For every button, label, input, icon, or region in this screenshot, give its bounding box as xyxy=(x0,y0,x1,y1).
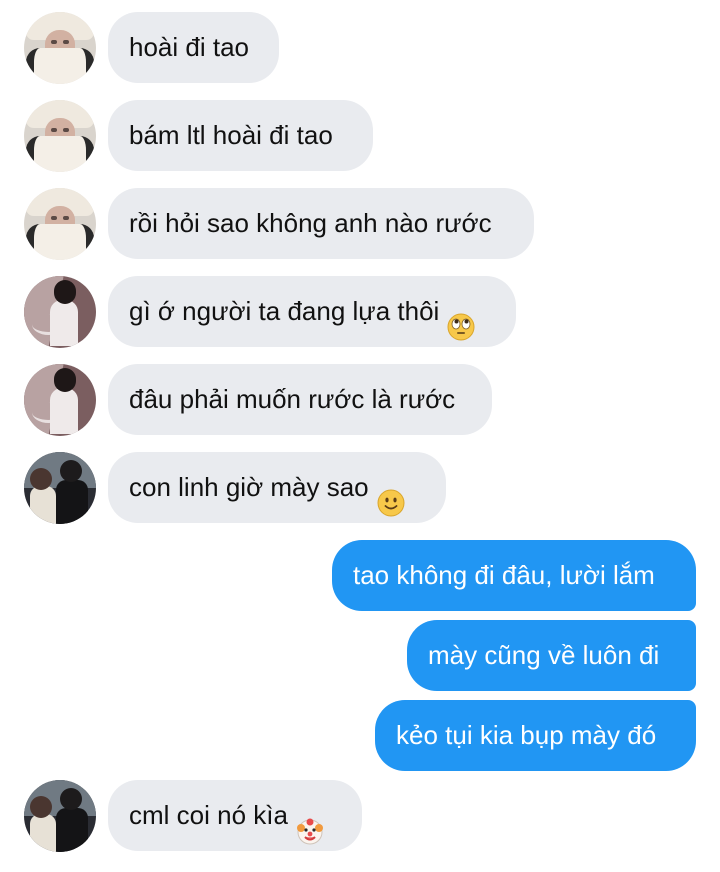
smile-emoji xyxy=(377,473,405,517)
message-text: gì ớ người ta đang lựa thôi xyxy=(129,296,440,326)
message-text: rồi hỏi sao không anh nào rước xyxy=(129,208,492,238)
avatar-girl-mirror[interactable] xyxy=(24,364,96,436)
incoming-message-row: bám ltl hoài đi tao xyxy=(0,100,720,172)
incoming-message-row: đâu phải muốn rước là rước xyxy=(0,364,720,436)
message-bubble[interactable]: đâu phải muốn rước là rước xyxy=(108,364,492,435)
avatar-hooded-girl[interactable] xyxy=(24,100,96,172)
message-text: mày cũng về luôn đi xyxy=(428,640,660,670)
message-text: cml coi nó kìa xyxy=(129,800,288,830)
outgoing-message-row: mày cũng về luôn đi xyxy=(0,620,720,691)
message-bubble[interactable]: tao không đi đâu, lười lắm xyxy=(332,540,696,611)
avatar-hooded-girl[interactable] xyxy=(24,188,96,260)
message-text: con linh giờ mày sao xyxy=(129,472,369,502)
message-bubble[interactable]: kẻo tụi kia bụp mày đó xyxy=(375,700,696,771)
message-bubble[interactable]: gì ớ người ta đang lựa thôi xyxy=(108,276,516,347)
incoming-message-row: con linh giờ mày sao xyxy=(0,452,720,524)
outgoing-message-row: kẻo tụi kia bụp mày đó xyxy=(0,700,720,771)
message-bubble[interactable]: bám ltl hoài đi tao xyxy=(108,100,373,171)
message-text: tao không đi đâu, lười lắm xyxy=(353,560,655,590)
message-bubble[interactable]: mày cũng về luôn đi xyxy=(407,620,696,691)
message-text: hoài đi tao xyxy=(129,32,249,62)
incoming-message-row: rồi hỏi sao không anh nào rước xyxy=(0,188,720,260)
avatar-couple[interactable] xyxy=(24,452,96,524)
message-bubble[interactable]: hoài đi tao xyxy=(108,12,279,83)
message-bubble[interactable]: rồi hỏi sao không anh nào rước xyxy=(108,188,534,259)
message-text: kẻo tụi kia bụp mày đó xyxy=(396,720,657,750)
message-text: đâu phải muốn rước là rước xyxy=(129,384,456,414)
message-bubble[interactable]: cml coi nó kìa xyxy=(108,780,362,851)
eye-roll-emoji xyxy=(447,297,475,341)
avatar-girl-mirror[interactable] xyxy=(24,276,96,348)
message-text: bám ltl hoài đi tao xyxy=(129,120,333,150)
clown-emoji xyxy=(296,801,324,845)
incoming-message-row: gì ớ người ta đang lựa thôi xyxy=(0,276,720,348)
incoming-message-row: cml coi nó kìa xyxy=(0,780,720,852)
outgoing-message-row: tao không đi đâu, lười lắm xyxy=(0,540,720,611)
message-bubble[interactable]: con linh giờ mày sao xyxy=(108,452,446,523)
avatar-couple[interactable] xyxy=(24,780,96,852)
avatar-hooded-girl[interactable] xyxy=(24,12,96,84)
incoming-message-row: hoài đi tao xyxy=(0,12,720,84)
